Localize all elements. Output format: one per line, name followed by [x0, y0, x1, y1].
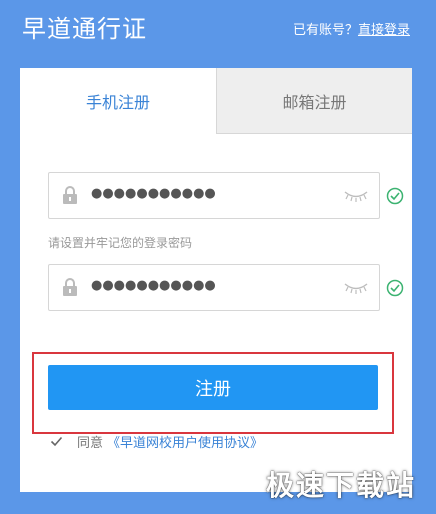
brand-title: 早道通行证 [22, 15, 147, 43]
password-value: ●●●●●●●●●●● [91, 186, 216, 201]
confirm-password-field[interactable]: ●●●●●●●●●●● [48, 264, 380, 311]
tab-phone-register[interactable]: 手机注册 [20, 68, 216, 134]
direct-login-link[interactable]: 直接登录 [358, 23, 410, 38]
lock-icon [63, 278, 77, 296]
watermark: 极速下载站 [265, 469, 416, 502]
eye-closed-icon[interactable] [343, 189, 369, 203]
password-field[interactable]: ●●●●●●●●●●● [48, 172, 380, 219]
checkbox-check-icon[interactable] [50, 435, 63, 448]
login-hint: 已有账号？直接登录 [293, 19, 410, 38]
check-circle-icon [386, 187, 404, 205]
register-card: 手机注册 邮箱注册 ●●●●●●●●●●● 请设置并牢记您的登录密码 ●●●●●… [20, 68, 412, 492]
register-button[interactable]: 注册 [48, 365, 378, 410]
agree-prefix: 同意 [77, 436, 104, 451]
agreement-row: 同意 《早道网校用户使用协议》 [50, 432, 263, 451]
check-circle-icon [386, 279, 404, 297]
tab-email-register[interactable]: 邮箱注册 [216, 68, 412, 134]
login-prompt: 已有账号？ [292, 23, 358, 38]
lock-icon [63, 186, 77, 204]
user-agreement-link[interactable]: 《早道网校用户使用协议》 [107, 432, 263, 451]
password-hint: 请设置并牢记您的登录密码 [48, 236, 193, 250]
confirm-password-value: ●●●●●●●●●●● [91, 278, 216, 293]
eye-closed-icon[interactable] [343, 281, 369, 295]
